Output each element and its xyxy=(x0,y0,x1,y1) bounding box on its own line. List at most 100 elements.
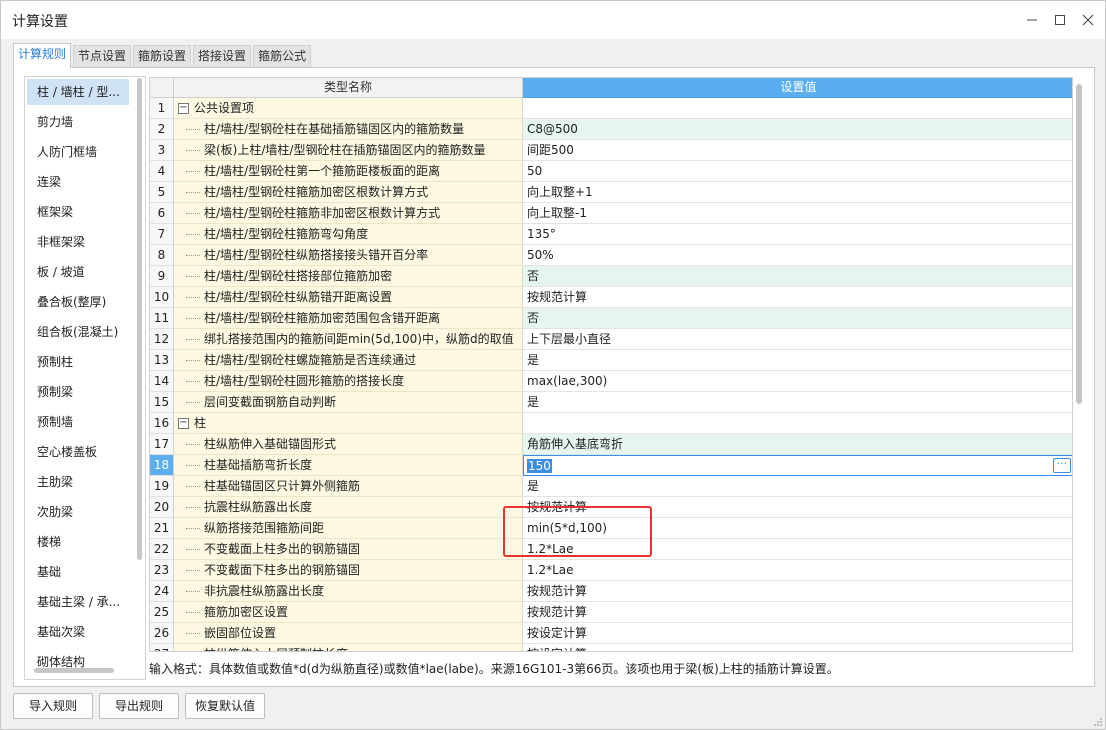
row-name-cell[interactable]: 不变截面下柱多出的钢筋锚固 xyxy=(174,560,523,581)
row-number[interactable]: 4 xyxy=(150,161,174,182)
row-name-cell[interactable]: 柱/墙柱/型钢砼柱搭接部位箍筋加密 xyxy=(174,266,523,287)
table-row[interactable]: 19 柱基础锚固区只计算外侧箍筋 是 xyxy=(150,476,1072,497)
tab-stirrup-formula[interactable]: 箍筋公式 xyxy=(253,45,312,67)
row-name-cell[interactable]: 箍筋加密区设置 xyxy=(174,602,523,623)
export-rules-button[interactable]: 导出规则 xyxy=(99,693,179,719)
row-number[interactable]: 2 xyxy=(150,119,174,140)
sidebar-item[interactable]: 次肋梁 xyxy=(27,499,129,525)
sidebar-item[interactable]: 预制柱 xyxy=(27,349,129,375)
sidebar-item[interactable]: 预制梁 xyxy=(27,379,129,405)
row-value-cell[interactable]: max(lae,300) xyxy=(523,371,1072,392)
row-value-cell[interactable]: 是 xyxy=(523,350,1072,371)
table-row[interactable]: 23 不变截面下柱多出的钢筋锚固 1.2*Lae xyxy=(150,560,1072,581)
row-number[interactable]: 5 xyxy=(150,182,174,203)
sidebar-item[interactable]: 楼梯 xyxy=(27,529,129,555)
row-number[interactable]: 7 xyxy=(150,224,174,245)
row-number[interactable]: 1 xyxy=(150,98,174,119)
row-number[interactable]: 19 xyxy=(150,476,174,497)
row-name-cell[interactable]: − 公共设置项 xyxy=(174,98,523,119)
table-row[interactable]: 16− 柱 xyxy=(150,413,1072,434)
row-value-cell[interactable]: 1.2*Lae xyxy=(523,539,1072,560)
row-name-cell[interactable]: 层间变截面钢筋自动判断 xyxy=(174,392,523,413)
row-name-cell[interactable]: 柱/墙柱/型钢砼柱箍筋加密范围包含错开距离 xyxy=(174,308,523,329)
restore-defaults-button[interactable]: 恢复默认值 xyxy=(185,693,265,719)
row-value-cell[interactable]: C8@500 xyxy=(523,119,1072,140)
row-name-cell[interactable]: 柱纵筋伸入上层预制柱长度 xyxy=(174,644,523,651)
row-number[interactable]: 26 xyxy=(150,623,174,644)
row-name-cell[interactable]: 绑扎搭接范围内的箍筋间距min(5d,100)中，纵筋d的取值 xyxy=(174,329,523,350)
table-row[interactable]: 25 箍筋加密区设置 按规范计算 xyxy=(150,602,1072,623)
row-number[interactable]: 3 xyxy=(150,140,174,161)
row-name-cell[interactable]: 柱/墙柱/型钢砼柱第一个箍筋距楼板面的距离 xyxy=(174,161,523,182)
row-number[interactable]: 13 xyxy=(150,350,174,371)
tab-calc-rules[interactable]: 计算规则 xyxy=(13,43,72,68)
table-row[interactable]: 11 柱/墙柱/型钢砼柱箍筋加密范围包含错开距离 否 xyxy=(150,308,1072,329)
row-value-cell[interactable]: 否 xyxy=(523,266,1072,287)
sidebar-item[interactable]: 基础主梁 / 承... xyxy=(27,589,129,615)
table-row[interactable]: 24 非抗震柱纵筋露出长度 按规范计算 xyxy=(150,581,1072,602)
row-name-cell[interactable]: 柱/墙柱/型钢砼柱圆形箍筋的搭接长度 xyxy=(174,371,523,392)
grid-scrollbar[interactable] xyxy=(1076,84,1084,404)
table-row[interactable]: 10 柱/墙柱/型钢砼柱纵筋错开距离设置 按规范计算 xyxy=(150,287,1072,308)
row-name-cell[interactable]: 抗震柱纵筋露出长度 xyxy=(174,497,523,518)
table-row[interactable]: 15 层间变截面钢筋自动判断 是 xyxy=(150,392,1072,413)
row-name-cell[interactable]: 柱/墙柱/型钢砼柱螺旋箍筋是否连续通过 xyxy=(174,350,523,371)
row-name-cell[interactable]: 不变截面上柱多出的钢筋锚固 xyxy=(174,539,523,560)
row-number[interactable]: 17 xyxy=(150,434,174,455)
row-number[interactable]: 27 xyxy=(150,644,174,651)
row-value-cell[interactable]: 50 xyxy=(523,161,1072,182)
row-name-cell[interactable]: 柱纵筋伸入基础锚固形式 xyxy=(174,434,523,455)
table-row[interactable]: 20 抗震柱纵筋露出长度 按规范计算 xyxy=(150,497,1072,518)
table-row[interactable]: 2 柱/墙柱/型钢砼柱在基础插筋锚固区内的箍筋数量 C8@500 xyxy=(150,119,1072,140)
row-number[interactable]: 20 xyxy=(150,497,174,518)
sidebar-item[interactable]: 连梁 xyxy=(27,169,129,195)
row-value-cell[interactable]: 按设定计算 xyxy=(523,644,1072,651)
sidebar-item[interactable]: 主肋梁 xyxy=(27,469,129,495)
sidebar-hscroll-thumb[interactable] xyxy=(34,668,114,673)
row-value-cell[interactable]: 向上取整-1 xyxy=(523,203,1072,224)
row-name-cell[interactable]: 柱基础锚固区只计算外侧箍筋 xyxy=(174,476,523,497)
row-value-cell[interactable]: 按规范计算 xyxy=(523,287,1072,308)
maximize-icon[interactable] xyxy=(1049,9,1071,31)
sidebar-item[interactable]: 框架梁 xyxy=(27,199,129,225)
sidebar-item[interactable]: 预制墙 xyxy=(27,409,129,435)
table-row[interactable]: 18 柱基础插筋弯折长度 150 ··· xyxy=(150,455,1072,476)
row-value-cell[interactable]: 1.2*Lae xyxy=(523,560,1072,581)
table-row[interactable]: 7 柱/墙柱/型钢砼柱箍筋弯勾角度 135° xyxy=(150,224,1072,245)
row-value-cell[interactable] xyxy=(523,413,1072,434)
row-number[interactable]: 14 xyxy=(150,371,174,392)
close-icon[interactable] xyxy=(1077,9,1099,31)
table-row[interactable]: 6 柱/墙柱/型钢砼柱箍筋非加密区根数计算方式 向上取整-1 xyxy=(150,203,1072,224)
table-row[interactable]: 26 嵌固部位设置 按设定计算 xyxy=(150,623,1072,644)
row-number[interactable]: 23 xyxy=(150,560,174,581)
collapse-icon[interactable]: − xyxy=(178,103,189,114)
row-name-cell[interactable]: 柱/墙柱/型钢砼柱箍筋非加密区根数计算方式 xyxy=(174,203,523,224)
resize-grip-icon[interactable] xyxy=(1093,717,1105,729)
table-row[interactable]: 4 柱/墙柱/型钢砼柱第一个箍筋距楼板面的距离 50 xyxy=(150,161,1072,182)
table-row[interactable]: 1− 公共设置项 xyxy=(150,98,1072,119)
row-name-cell[interactable]: 纵筋搭接范围箍筋间距 xyxy=(174,518,523,539)
row-value-cell[interactable] xyxy=(523,98,1072,119)
grid-scroll-thumb[interactable] xyxy=(1076,84,1082,404)
row-name-cell[interactable]: 柱/墙柱/型钢砼柱纵筋错开距离设置 xyxy=(174,287,523,308)
column-header-value[interactable]: 设置值 xyxy=(523,78,1072,98)
row-number[interactable]: 22 xyxy=(150,539,174,560)
row-name-cell[interactable]: 柱/墙柱/型钢砼柱箍筋弯勾角度 xyxy=(174,224,523,245)
row-value-cell[interactable]: 是 xyxy=(523,476,1072,497)
tab-node-settings[interactable]: 节点设置 xyxy=(73,45,132,67)
row-name-cell[interactable]: 嵌固部位设置 xyxy=(174,623,523,644)
table-row[interactable]: 17 柱纵筋伸入基础锚固形式 角筋伸入基底弯折 xyxy=(150,434,1072,455)
sidebar-item[interactable]: 叠合板(整厚) xyxy=(27,289,129,315)
row-name-cell[interactable]: 柱/墙柱/型钢砼柱箍筋加密区根数计算方式 xyxy=(174,182,523,203)
table-row[interactable]: 3 梁(板)上柱/墙柱/型钢砼柱在插筋锚固区内的箍筋数量 间距500 xyxy=(150,140,1072,161)
row-number[interactable]: 16 xyxy=(150,413,174,434)
value-edit-input[interactable]: 150 ··· xyxy=(523,455,1072,476)
row-name-cell[interactable]: 非抗震柱纵筋露出长度 xyxy=(174,581,523,602)
table-row[interactable]: 12 绑扎搭接范围内的箍筋间距min(5d,100)中，纵筋d的取值 上下层最小直径 xyxy=(150,329,1072,350)
row-number[interactable]: 24 xyxy=(150,581,174,602)
table-row[interactable]: 14 柱/墙柱/型钢砼柱圆形箍筋的搭接长度 max(lae,300) xyxy=(150,371,1072,392)
row-number[interactable]: 15 xyxy=(150,392,174,413)
row-number[interactable]: 11 xyxy=(150,308,174,329)
row-value-cell[interactable]: 上下层最小直径 xyxy=(523,329,1072,350)
row-number[interactable]: 21 xyxy=(150,518,174,539)
